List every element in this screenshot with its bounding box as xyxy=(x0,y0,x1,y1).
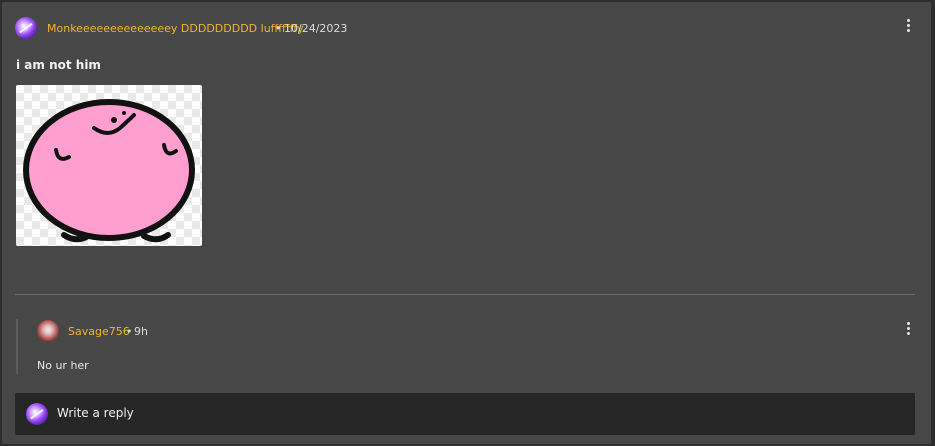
post-title: i am not him xyxy=(16,58,101,72)
reply-input[interactable]: Write a reply xyxy=(57,406,134,420)
post-author-avatar[interactable] xyxy=(15,17,37,39)
pink-blob-sticker-icon xyxy=(23,99,195,243)
post-image[interactable] xyxy=(16,85,202,246)
post-card: Monkeeeeeeeeeeeeeey DDDDDDDDD lufffffffy… xyxy=(2,2,931,444)
reply-author-avatar[interactable] xyxy=(37,320,59,342)
reply-time: 9h xyxy=(134,325,148,338)
post-meta-separator: • xyxy=(275,22,282,35)
post-date: 10/24/2023 xyxy=(284,22,348,35)
reply-meta-separator: • xyxy=(126,325,133,338)
composer-user-avatar xyxy=(26,403,48,425)
post-divider xyxy=(15,294,915,295)
reply-thread-line xyxy=(16,319,18,374)
reply-composer[interactable]: Write a reply xyxy=(15,393,915,435)
post-author-name[interactable]: Monkeeeeeeeeeeeeeey DDDDDDDDD lufffffffy xyxy=(47,22,304,35)
reply-text: No ur her xyxy=(37,359,89,372)
post-menu-kebab-icon[interactable] xyxy=(906,19,910,32)
reply-menu-kebab-icon[interactable] xyxy=(906,322,910,335)
reply-author-name[interactable]: Savage756 xyxy=(68,325,130,338)
